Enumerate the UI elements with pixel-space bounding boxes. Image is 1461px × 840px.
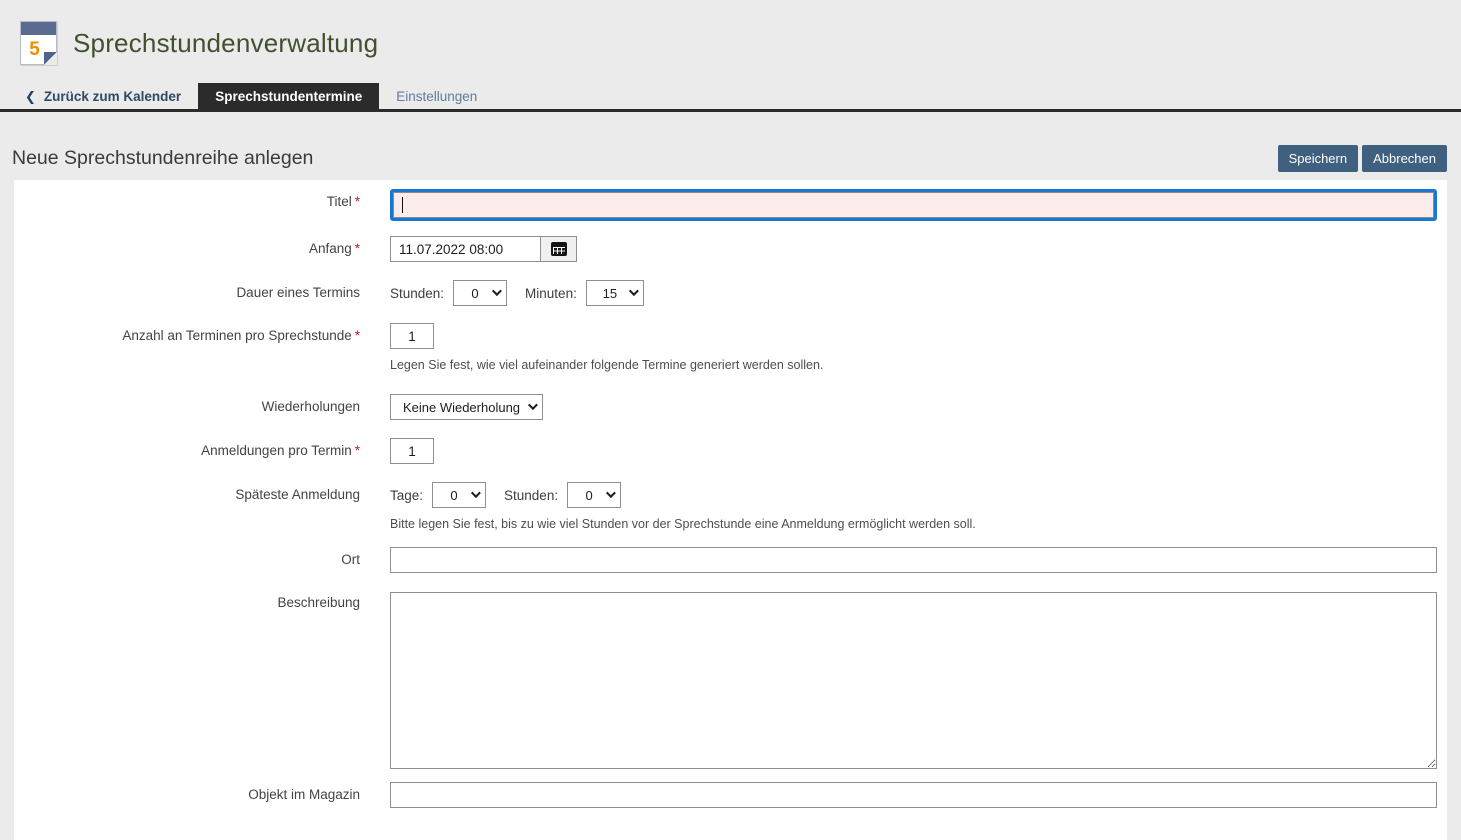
spaeteste-label: Späteste Anmeldung — [235, 487, 360, 502]
required-marker: * — [355, 194, 360, 209]
cancel-button[interactable]: Abbrechen — [1362, 145, 1447, 172]
tab-einstellungen[interactable]: Einstellungen — [379, 83, 494, 109]
beschreibung-textarea[interactable] — [390, 592, 1437, 769]
required-marker: * — [355, 241, 360, 256]
row-anfang: Anfang* — [14, 236, 1442, 262]
form-panel: Titel* Anfang* Dauer eines Termins — [14, 180, 1447, 840]
chevron-down-icon — [528, 400, 538, 410]
row-titel: Titel* — [14, 189, 1442, 221]
row-wiederholungen: Wiederholungen Keine Wiederholung — [14, 394, 1442, 420]
anzahl-help-text: Legen Sie fest, wie viel aufeinander fol… — [390, 358, 1442, 373]
row-beschreibung: Beschreibung — [14, 592, 1442, 769]
app-header: 5 Sprechstundenverwaltung — [0, 0, 1461, 83]
chevron-down-icon — [471, 488, 481, 498]
text-caret — [402, 197, 403, 213]
wiederholungen-label: Wiederholungen — [262, 399, 360, 414]
spaeteste-stunden-select[interactable]: 0 — [567, 482, 621, 508]
objekt-label: Objekt im Magazin — [248, 787, 360, 802]
dauer-stunden-select[interactable]: 0 — [453, 280, 507, 306]
anmeldungen-input[interactable] — [390, 438, 434, 464]
required-marker: * — [355, 443, 360, 458]
objekt-input[interactable] — [390, 782, 1437, 808]
calendar-app-icon: 5 — [20, 21, 57, 65]
anmeldungen-label: Anmeldungen pro Termin — [201, 443, 352, 458]
tab-back-label: Zurück zum Kalender — [44, 89, 181, 104]
row-objekt-im-magazin: Objekt im Magazin — [14, 782, 1442, 808]
row-anmeldungen: Anmeldungen pro Termin* — [14, 438, 1442, 464]
row-anzahl: Anzahl an Terminen pro Sprechstunde * Leg… — [14, 323, 1442, 373]
required-marker: * — [355, 328, 360, 343]
calendar-icon — [551, 242, 567, 256]
chevron-down-icon — [606, 488, 616, 498]
anfang-label: Anfang — [309, 241, 352, 256]
tage-label: Tage: — [390, 488, 423, 503]
dauer-minuten-select[interactable]: 15 — [586, 280, 644, 306]
spaeteste-stunden-label: Stunden: — [504, 488, 558, 503]
wiederholungen-select[interactable]: Keine Wiederholung — [390, 394, 543, 420]
spaeteste-tage-select[interactable]: 0 — [432, 482, 486, 508]
app-title: Sprechstundenverwaltung — [73, 28, 378, 59]
titel-label: Titel — [327, 194, 352, 209]
minuten-label: Minuten: — [525, 286, 577, 301]
tab-back-to-calendar[interactable]: ❮ Zurück zum Kalender — [8, 83, 198, 109]
anfang-datetime-input[interactable] — [390, 236, 541, 262]
calendar-picker-button[interactable] — [541, 236, 577, 262]
save-button[interactable]: Speichern — [1278, 145, 1359, 172]
chevron-down-icon — [629, 286, 639, 296]
dauer-label: Dauer eines Termins — [236, 285, 360, 300]
ort-input[interactable] — [390, 547, 1437, 573]
calendar-icon-number: 5 — [21, 35, 48, 64]
tab-sprechstundentermine[interactable]: Sprechstundentermine — [198, 83, 379, 109]
page-title-bar: Neue Sprechstundenreihe anlegen Speicher… — [12, 145, 1447, 172]
row-spaeteste-anmeldung: Späteste Anmeldung Tage: 0 Stunden: 0 Bi… — [14, 482, 1442, 532]
chevron-down-icon — [492, 286, 502, 296]
titel-input[interactable] — [393, 192, 1434, 218]
form-actions: Speichern Abbrechen — [1278, 145, 1447, 172]
tab-bar: ❮ Zurück zum Kalender Sprechstundentermi… — [0, 83, 1461, 112]
row-dauer: Dauer eines Termins Stunden: 0 Minuten: … — [14, 280, 1442, 306]
ort-label: Ort — [341, 552, 360, 567]
anzahl-input[interactable] — [390, 323, 434, 349]
stunden-label: Stunden: — [390, 286, 444, 301]
spaeteste-help-text: Bitte legen Sie fest, bis zu wie viel St… — [390, 517, 1442, 532]
beschreibung-label: Beschreibung — [277, 595, 360, 610]
anzahl-label: Anzahl an Terminen pro Sprechstunde — [122, 328, 351, 343]
chevron-left-icon: ❮ — [25, 90, 36, 103]
row-ort: Ort — [14, 547, 1442, 573]
page-title: Neue Sprechstundenreihe anlegen — [12, 147, 313, 170]
